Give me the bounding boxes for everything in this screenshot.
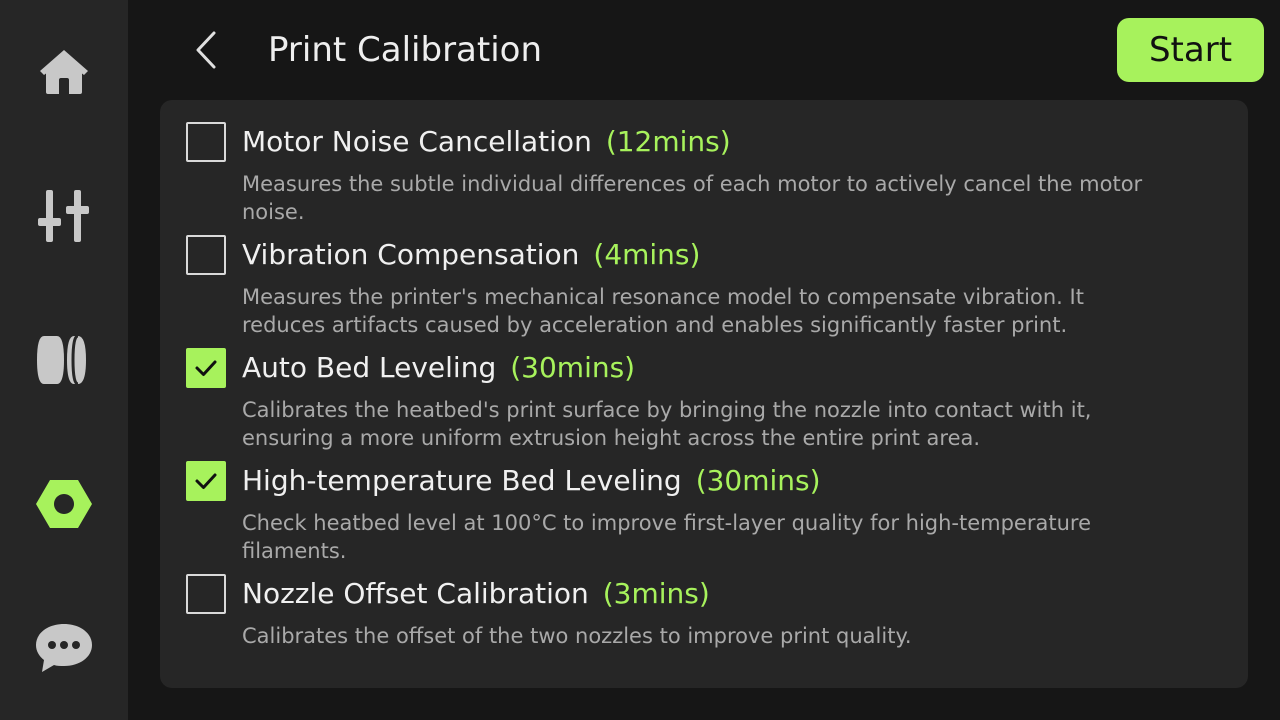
calibration-item-auto-bed-leveling: Auto Bed Leveling (30mins) Calibrates the… [186,326,1226,450]
item-title: Nozzle Offset Calibration [242,577,589,610]
calibration-item-motor-noise: Motor Noise Cancellation (12mins) Measure… [186,100,1226,224]
nav-messages-button[interactable] [24,608,104,688]
checkbox-auto-bed-leveling[interactable] [186,348,226,388]
nav-filament-button[interactable] [24,320,104,400]
item-description: Calibrates the offset of the two nozzles… [242,624,912,648]
item-title: Vibration Compensation [242,238,580,271]
sliders-icon [38,190,89,242]
calibration-list: Motor Noise Cancellation (12mins) Measure… [160,100,1248,688]
check-icon [195,360,217,376]
item-title-row: Motor Noise Cancellation (12mins) [242,122,731,162]
chevron-left-icon [196,31,216,69]
sidebar-nav [0,0,128,720]
item-title: Auto Bed Leveling [242,351,497,384]
checkbox-high-temp-bed-leveling[interactable] [186,461,226,501]
item-duration: (30mins) [695,464,821,497]
item-duration: (4mins) [593,238,701,271]
header-bar: Print Calibration Start [128,0,1280,100]
back-button[interactable] [178,22,234,78]
item-title: High-temperature Bed Leveling [242,464,682,497]
item-title-row: Nozzle Offset Calibration (3mins) [242,574,710,614]
nav-controls-button[interactable] [24,176,104,256]
check-icon [195,473,217,489]
page-title: Print Calibration [268,30,543,70]
home-icon [40,50,88,94]
calibration-item-vibration: Vibration Compensation (4mins) Measures t… [186,213,1226,337]
item-title: Motor Noise Cancellation [242,125,592,158]
nav-home-button[interactable] [24,32,104,112]
calibration-item-high-temp-bed-leveling: High-temperature Bed Leveling (30mins) Ch… [186,439,1226,563]
item-title-row: High-temperature Bed Leveling (30mins) [242,461,821,501]
filament-icon [37,334,86,386]
checkbox-nozzle-offset[interactable] [186,574,226,614]
chat-icon [36,624,92,672]
item-duration: (12mins) [605,125,731,158]
nav-calibration-button[interactable] [24,464,104,544]
start-button[interactable]: Start [1117,18,1264,82]
item-duration: (3mins) [602,577,710,610]
calibration-item-nozzle-offset: Nozzle Offset Calibration (3mins) Calibra… [186,552,1226,665]
checkbox-motor-noise[interactable] [186,122,226,162]
item-duration: (30mins) [510,351,636,384]
item-title-row: Auto Bed Leveling (30mins) [242,348,635,388]
item-title-row: Vibration Compensation (4mins) [242,235,700,275]
checkbox-vibration[interactable] [186,235,226,275]
hex-nut-icon [36,480,92,528]
